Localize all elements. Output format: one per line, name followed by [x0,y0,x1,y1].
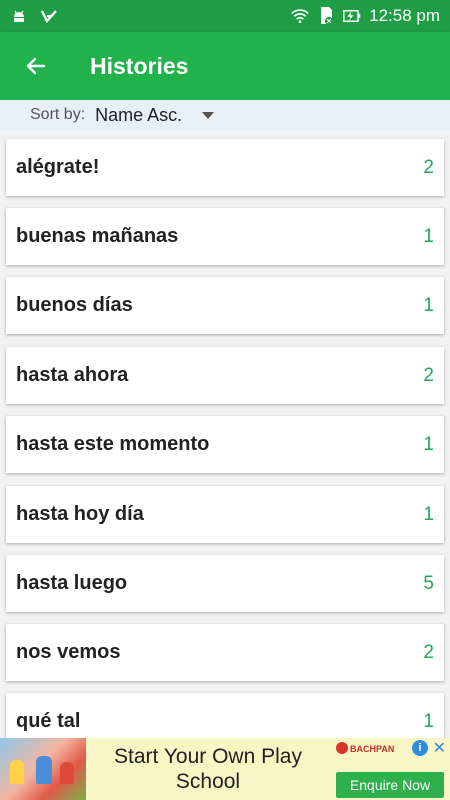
back-button[interactable] [14,44,58,88]
sort-label: Sort by: [30,106,86,123]
history-phrase: buenos días [16,294,133,316]
ad-brand: BACHPAN [350,744,395,754]
enquire-now-button[interactable]: Enquire Now [336,772,444,798]
status-time: 12:58 pm [369,6,440,25]
history-phrase: hasta hoy día [16,503,144,525]
ad-right-panel: BACHPAN i ✕ Enquire Now [330,738,450,800]
app-bar: Histories [0,32,450,100]
history-count: 2 [423,641,434,663]
ad-headline-line2: School [175,770,241,793]
history-count: 2 [423,364,434,386]
sort-dropdown[interactable]: Name Asc. [95,104,215,126]
history-count: 1 [423,710,434,732]
history-phrase: hasta ahora [16,364,129,386]
history-phrase: buenas mañanas [16,225,179,247]
sd-card-icon [317,7,335,25]
history-phrase: nos vemos [16,641,121,663]
history-count: 1 [423,294,434,316]
history-phrase: hasta este momento [16,433,210,455]
list-item[interactable]: buenas mañanas 1 [6,208,444,265]
status-bar: 12:58 pm [0,0,450,32]
arrow-left-icon [26,57,46,75]
list-item[interactable]: alégrate! 2 [6,139,444,196]
history-phrase: qué tal [16,710,81,732]
history-list[interactable]: alégrate! 2 buenas mañanas 1 buenos días… [0,130,450,738]
list-item[interactable]: hasta ahora 2 [6,347,444,404]
battery-charging-icon [343,7,361,25]
list-item[interactable]: nos vemos 2 [6,624,444,681]
wifi-icon [291,7,309,25]
list-item[interactable]: hasta luego 5 [6,555,444,612]
ad-image [0,738,86,800]
list-item[interactable]: buenos días 1 [6,277,444,334]
history-count: 2 [423,156,434,178]
history-count: 5 [423,572,434,594]
check-icon [40,7,58,25]
android-icon [10,7,28,25]
history-phrase: alégrate! [16,156,100,178]
history-count: 1 [423,433,434,455]
sort-bar: Sort by: Name Asc. [0,100,450,130]
brand-logo-icon [336,742,348,754]
info-icon[interactable]: i [412,740,428,756]
page-title: Histories [90,52,189,79]
sort-selected-value: Name Asc. [95,104,183,125]
list-item[interactable]: hasta hoy día 1 [6,486,444,543]
ad-banner[interactable]: Start Your Own Play School BACHPAN i ✕ E… [0,738,450,800]
list-item[interactable]: hasta este momento 1 [6,416,444,473]
history-count: 1 [423,503,434,525]
ad-headline-line1: Start Your Own Play [114,745,302,768]
list-item[interactable]: qué tal 1 [6,693,444,738]
history-phrase: hasta luego [16,572,128,594]
close-icon[interactable]: ✕ [433,738,446,758]
dropdown-arrow-icon [202,111,215,119]
ad-headline: Start Your Own Play School [86,744,330,794]
history-count: 1 [423,225,434,247]
